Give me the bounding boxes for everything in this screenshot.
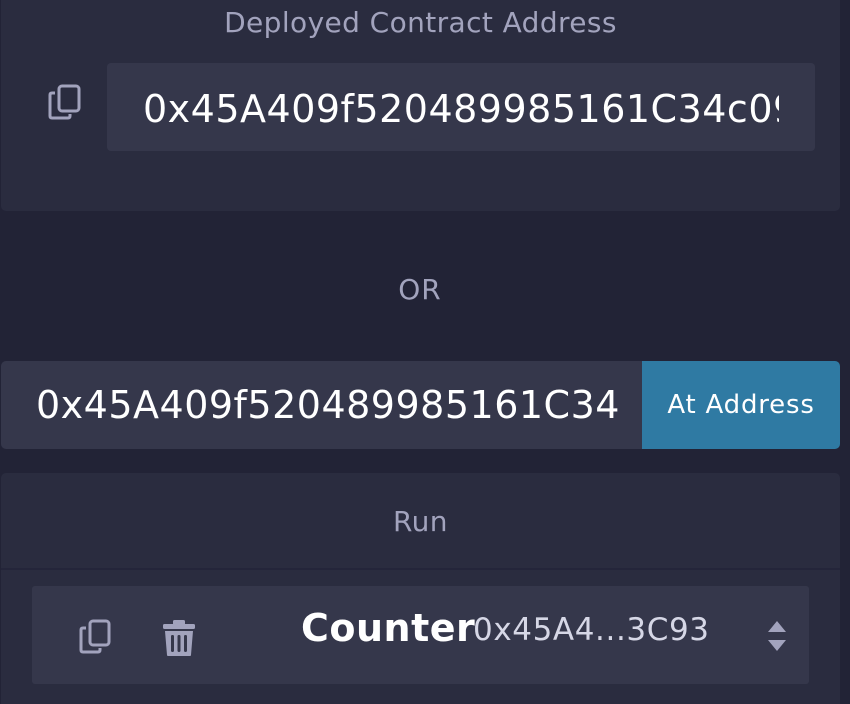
copy-icon — [48, 84, 81, 120]
or-separator: OR — [398, 273, 442, 306]
deployed-address-field[interactable]: 0x45A409f520489985161C34c0993B6dE5D3c0C9… — [107, 63, 815, 151]
sort-arrows-icon — [768, 621, 786, 651]
copy-icon — [79, 619, 111, 654]
deployed-contract-panel: Deployed Contract Address 0x45A409f52048… — [1, 0, 840, 211]
copy-contract-address-button[interactable] — [78, 617, 114, 657]
deployed-contract-instance[interactable]: Counter 0x45A4...3C93 — [32, 586, 809, 684]
at-address-input[interactable] — [1, 361, 642, 449]
run-panel: Run Counter 0x45A4...3C93 — [1, 473, 840, 704]
deployed-address-value: 0x45A409f520489985161C34c0993B6dE5D3c0C9… — [143, 87, 779, 131]
expand-contract-toggle[interactable] — [766, 618, 788, 654]
copy-deployed-address-button[interactable] — [47, 83, 85, 123]
trash-icon — [163, 620, 195, 656]
at-address-button[interactable]: At Address — [642, 361, 840, 449]
deploy-panel: Deployed Contract Address 0x45A409f52048… — [0, 0, 850, 704]
run-label: Run — [393, 505, 448, 538]
contract-name: Counter — [301, 606, 476, 650]
divider — [1, 568, 840, 570]
delete-contract-button[interactable] — [162, 619, 196, 657]
deployed-contract-label: Deployed Contract Address — [224, 6, 617, 39]
contract-short-address: 0x45A4...3C93 — [473, 612, 710, 648]
